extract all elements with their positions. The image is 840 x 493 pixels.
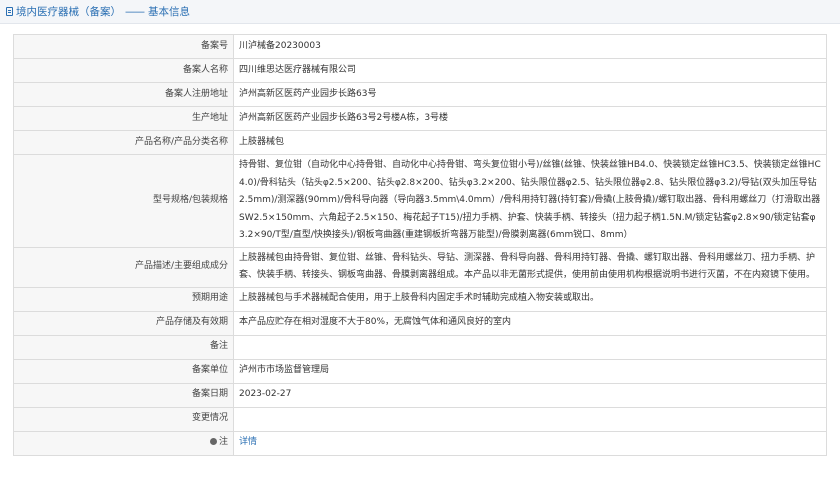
field-value: 泸州高新区医药产业园步长路63号 [233,82,827,107]
pin-icon [209,438,217,446]
field-value: 四川维思达医疗器械有限公司 [233,58,827,83]
table-row: 备案单位 泸州市市场监督管理局 [13,358,827,384]
note-label-cell: 注 [13,430,234,456]
field-label: 产品名称/产品分类名称 [13,130,234,155]
field-value: 泸州高新区医药产业园步长路63号2号楼A栋，3号楼 [233,106,827,131]
field-value: 上肢器械包 [233,130,827,155]
info-table: 备案号 川泸械备20230003 备案人名称 四川维思达医疗器械有限公司 备案人… [13,34,827,456]
field-value: 本产品应贮存在相对湿度不大于80%，无腐蚀气体和通风良好的室内 [233,310,827,336]
page-header: 境内医疗器械（备案） —— 基本信息 [0,0,840,24]
field-label: 备案单位 [13,358,234,384]
table-row: 产品名称/产品分类名称 上肢器械包 [13,130,827,155]
table-row: 型号规格/包装规格 持骨钳、复位钳（自动化中心持骨钳、自动化中心持骨钳、弯头复位… [13,154,827,248]
note-label: 注 [218,437,228,448]
document-icon [6,7,13,16]
field-label: 预期用途 [13,286,234,312]
table-row: 备案日期 2023-02-27 [13,382,827,408]
header-separator: —— [125,5,145,18]
field-label: 变更情况 [13,406,234,432]
note-value-cell: 详情 [233,430,827,456]
field-label: 备案号 [13,34,234,59]
field-value: 上肢器械包与手术器械配合使用，用于上肢骨科内固定手术时辅助完成植入物安装或取出。 [233,286,827,312]
table-row: 生产地址 泸州高新区医药产业园步长路63号2号楼A栋，3号楼 [13,106,827,131]
details-link[interactable]: 详情 [239,437,257,447]
field-value: 川泸械备20230003 [233,34,827,59]
table-row: 备案人注册地址 泸州高新区医药产业园步长路63号 [13,82,827,107]
table-row: 产品描述/主要组成成分 上肢器械包由持骨钳、复位钳、丝锥、骨科钻头、导钻、测深器… [13,246,827,288]
field-value: 持骨钳、复位钳（自动化中心持骨钳、自动化中心持骨钳、弯头复位钳小号)/丝锥(丝锥… [233,154,827,248]
field-label: 备案人名称 [13,58,234,83]
table-row: 备案号 川泸械备20230003 [13,34,827,59]
field-value: 2023-02-27 [233,382,827,408]
field-label: 备案人注册地址 [13,82,234,107]
field-label: 产品存储及有效期 [13,310,234,336]
header-title: 境内医疗器械（备案） [16,6,121,18]
table-row: 备案人名称 四川维思达医疗器械有限公司 [13,58,827,83]
field-label: 型号规格/包装规格 [13,154,234,248]
field-value [233,406,827,432]
table-row: 产品存储及有效期 本产品应贮存在相对湿度不大于80%，无腐蚀气体和通风良好的室内 [13,310,827,336]
table-row: 备注 [13,334,827,360]
header-subtitle: 基本信息 [148,6,190,18]
field-label: 产品描述/主要组成成分 [13,246,234,288]
field-label: 生产地址 [13,106,234,131]
field-value [233,334,827,360]
table-row: 变更情况 [13,406,827,432]
field-label: 备案日期 [13,382,234,408]
field-value: 泸州市市场监督管理局 [233,358,827,384]
table-row: 预期用途 上肢器械包与手术器械配合使用，用于上肢骨科内固定手术时辅助完成植入物安… [13,286,827,312]
note-row: 注 详情 [13,430,827,456]
field-label: 备注 [13,334,234,360]
field-value: 上肢器械包由持骨钳、复位钳、丝锥、骨科钻头、导钻、测深器、骨科导向器、骨科用持钉… [233,246,827,288]
